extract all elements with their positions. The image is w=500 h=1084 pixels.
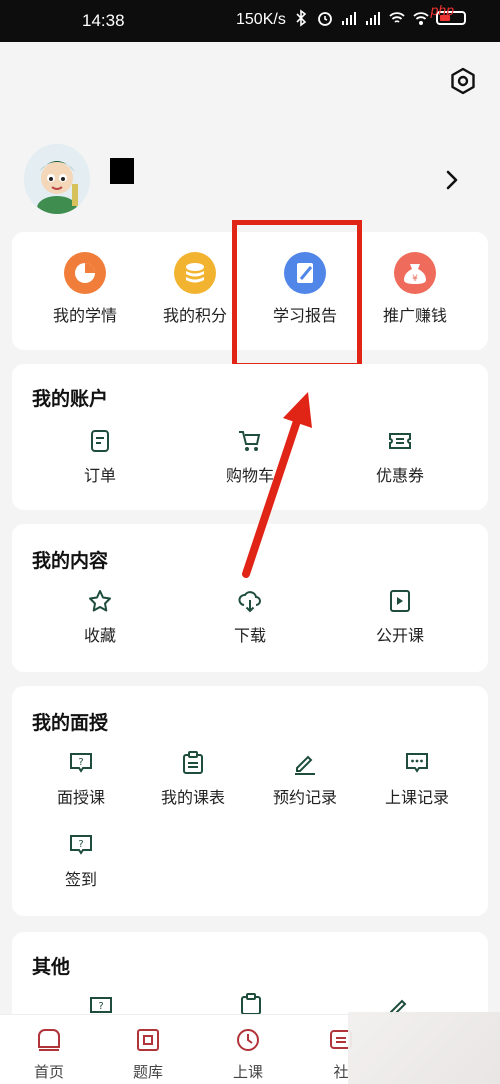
signal-hd-icon xyxy=(342,12,356,25)
question-bubble-icon: ? xyxy=(70,753,92,773)
bluetooth-icon xyxy=(296,9,307,27)
account-item-label: 订单 xyxy=(83,466,116,485)
content-item-download[interactable]: 下载 xyxy=(195,588,305,646)
content-item-open-class[interactable]: 公开课 xyxy=(345,588,455,646)
settings-hexagon-icon[interactable] xyxy=(448,66,478,96)
cloud-download-icon xyxy=(238,591,261,613)
quick-action-study-status[interactable]: 我的学情 xyxy=(30,252,140,326)
pencil-icon xyxy=(295,755,315,775)
chat-bubble-icon xyxy=(406,753,428,773)
pie-chart-icon xyxy=(64,252,106,294)
status-bar: 14:38 150K/s php xyxy=(0,0,500,42)
account-title: 我的账户 xyxy=(32,388,109,410)
avatar[interactable] xyxy=(24,144,90,214)
pencil-icon[interactable] xyxy=(386,992,412,1014)
teaching-item-label: 预约记录 xyxy=(272,788,337,807)
account-card: 我的账户 订单 购物车 优惠券 xyxy=(12,364,488,510)
content-item-label: 公开课 xyxy=(375,626,424,645)
svg-text:?: ? xyxy=(98,1001,103,1012)
coupon-icon xyxy=(389,433,411,449)
quick-action-label: 我的学情 xyxy=(52,306,117,325)
content-title: 我的内容 xyxy=(32,550,109,572)
question-bank-icon xyxy=(137,1029,159,1051)
teaching-item-label: 上课记录 xyxy=(384,788,449,807)
account-item-cart[interactable]: 购物车 xyxy=(195,428,305,486)
order-icon xyxy=(91,430,109,452)
account-item-coupon[interactable]: 优惠券 xyxy=(345,428,455,486)
tab-home[interactable]: 首页 xyxy=(9,1027,89,1082)
chevron-right-icon[interactable] xyxy=(440,166,464,194)
teaching-title: 我的面授 xyxy=(32,712,109,734)
teaching-item-class[interactable]: ? 面授课 xyxy=(26,750,136,808)
network-speed: 150K/s xyxy=(236,11,286,28)
wifi-icon xyxy=(389,12,405,23)
svg-text:?: ? xyxy=(78,757,83,768)
tab-label: 题库 xyxy=(132,1063,163,1081)
teaching-item-booking-records[interactable]: 预约记录 xyxy=(250,750,360,808)
svg-text:¥: ¥ xyxy=(412,274,418,284)
content-item-favorites[interactable]: 收藏 xyxy=(45,588,155,646)
signal-hd-icon xyxy=(366,12,380,25)
alarm-icon xyxy=(318,12,332,26)
quick-action-promote[interactable]: ¥ 推广赚钱 xyxy=(360,252,470,326)
blurred-region xyxy=(348,1012,500,1084)
home-icon xyxy=(38,1029,60,1051)
video-file-icon xyxy=(390,590,410,612)
mascot-avatar-image xyxy=(24,144,90,214)
username-redacted xyxy=(110,158,134,184)
tab-class[interactable]: 上课 xyxy=(208,1027,288,1082)
teaching-item-class-records[interactable]: 上课记录 xyxy=(362,750,472,808)
cart-icon xyxy=(239,431,261,451)
question-bubble-icon: ? xyxy=(70,835,92,855)
coins-icon xyxy=(174,252,216,294)
teaching-item-checkin[interactable]: ? 签到 xyxy=(26,832,136,890)
quick-action-label: 推广赚钱 xyxy=(382,306,447,325)
account-item-label: 购物车 xyxy=(225,466,274,485)
teaching-item-label: 签到 xyxy=(64,870,97,889)
question-bubble-icon[interactable]: ? xyxy=(88,994,114,1014)
tab-label: 首页 xyxy=(33,1063,64,1081)
watermark-php: php xyxy=(430,2,454,18)
svg-text:?: ? xyxy=(78,839,83,850)
money-bag-icon: ¥ xyxy=(394,252,436,294)
teaching-card: 我的面授 ? 面授课 我的课表 预约记录 上课记录 ? 签到 xyxy=(12,686,488,916)
content-item-label: 收藏 xyxy=(83,626,116,645)
teaching-item-label: 我的课表 xyxy=(160,788,225,807)
content-item-label: 下载 xyxy=(233,626,266,645)
other-title: 其他 xyxy=(32,956,71,978)
annotation-highlight-box xyxy=(232,220,362,368)
clock-icon xyxy=(237,1029,259,1051)
teaching-item-label: 面授课 xyxy=(56,788,105,807)
status-time: 14:38 xyxy=(82,11,125,30)
hotspot-icon xyxy=(413,12,429,25)
star-icon xyxy=(89,590,111,612)
clipboard-icon[interactable] xyxy=(238,992,264,1014)
account-item-order[interactable]: 订单 xyxy=(45,428,155,486)
content-card: 我的内容 收藏 下载 公开课 xyxy=(12,524,488,672)
tab-question-bank[interactable]: 题库 xyxy=(108,1027,188,1082)
clipboard-icon xyxy=(183,751,203,774)
teaching-item-schedule[interactable]: 我的课表 xyxy=(138,750,248,808)
account-item-label: 优惠券 xyxy=(375,466,424,485)
tab-label: 上课 xyxy=(232,1063,263,1081)
